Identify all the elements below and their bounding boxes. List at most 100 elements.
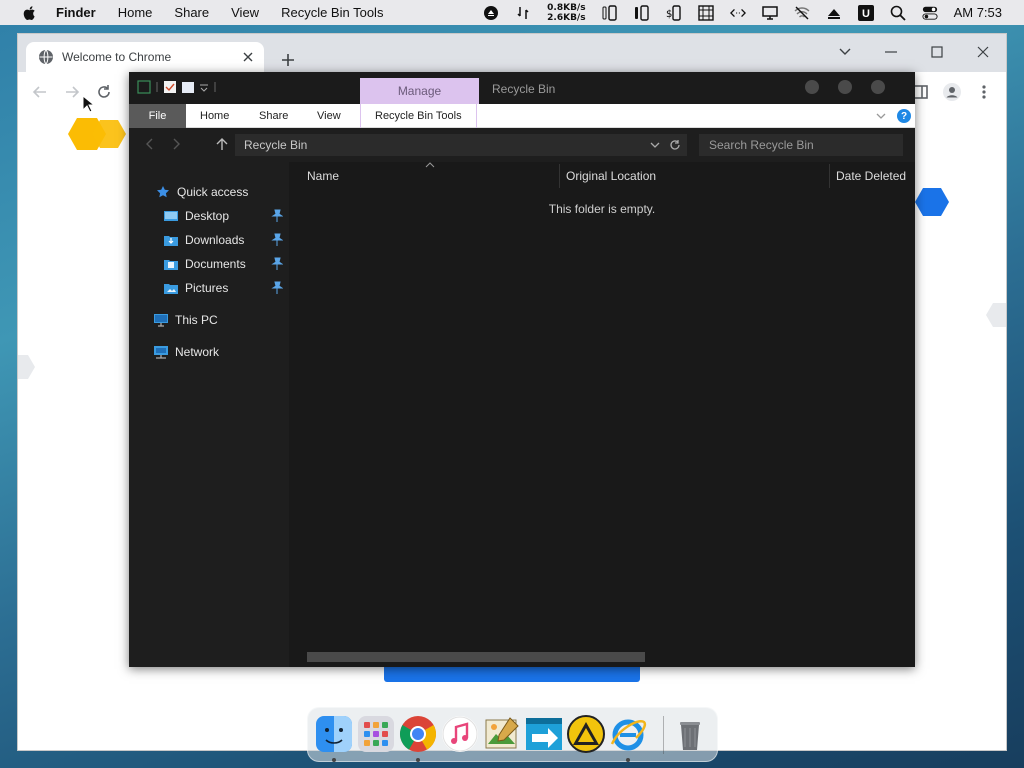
profile-avatar-icon[interactable] — [942, 82, 962, 102]
forward-icon[interactable] — [169, 137, 183, 151]
dock — [307, 707, 718, 762]
column-header-original-location[interactable]: Original Location — [559, 164, 829, 188]
ribbon-tab-recycle-bin-tools[interactable]: Recycle Bin Tools — [360, 104, 477, 128]
column-header-date-deleted[interactable]: Date Deleted — [829, 164, 915, 188]
ribbon-tab-home[interactable]: Home — [200, 104, 229, 128]
customize-dropdown-icon[interactable] — [199, 80, 209, 94]
menu-home[interactable]: Home — [118, 5, 153, 20]
close-icon[interactable] — [240, 49, 256, 65]
window-title: Recycle Bin — [492, 82, 556, 96]
computer-icon — [153, 312, 169, 328]
blue-hexagon-decor — [915, 188, 949, 216]
svg-text:$: $ — [666, 9, 672, 20]
ribbon-tabs: File Home Share View Recycle Bin Tools ? — [129, 104, 915, 128]
running-indicator — [626, 758, 630, 762]
wifi-off-icon[interactable] — [794, 5, 810, 21]
explorer-minimize-button[interactable] — [805, 80, 819, 94]
chrome-tab[interactable]: Welcome to Chrome — [26, 42, 264, 72]
horizontal-scrollbar[interactable] — [307, 652, 645, 662]
sidebar-label-desktop: Desktop — [185, 209, 230, 223]
expand-ribbon-icon[interactable] — [875, 110, 887, 122]
battery-phone-icon[interactable] — [602, 4, 618, 21]
gray-hexagon-left-decor — [18, 355, 35, 379]
sidebar-item-quick-access[interactable]: Quick access — [155, 182, 248, 202]
column-header-name[interactable]: Name — [289, 164, 559, 188]
address-bar[interactable]: Recycle Bin — [235, 134, 687, 156]
svg-text:U: U — [862, 8, 870, 20]
grid-icon[interactable] — [697, 4, 714, 21]
tab-search-icon[interactable] — [833, 40, 857, 64]
eject-icon[interactable] — [483, 5, 499, 21]
manage-context-tab[interactable]: Manage — [360, 78, 479, 104]
sidebar-item-pictures[interactable]: Pictures — [163, 278, 283, 298]
upload-triangle-icon[interactable] — [826, 5, 842, 21]
menu-app-name[interactable]: Finder — [56, 5, 96, 20]
more-menu-icon[interactable] — [974, 82, 994, 102]
internet-explorer-icon[interactable] — [608, 714, 648, 754]
sidebar-item-documents[interactable]: Documents — [163, 254, 283, 274]
menu-share[interactable]: Share — [174, 5, 209, 20]
recycle-bin-window: Manage Recycle Bin File Home Share View … — [129, 72, 915, 667]
chrome-icon[interactable] — [398, 714, 438, 754]
apple-icon[interactable] — [22, 5, 38, 21]
migration-arrow-icon[interactable] — [524, 714, 564, 754]
status-area: 0.8KB/s 2.6KB/s $ U AM 7:53 — [475, 0, 1024, 25]
network-speed[interactable]: 0.8KB/s 2.6KB/s — [547, 3, 585, 23]
finder-icon[interactable] — [314, 714, 354, 754]
menu-view[interactable]: View — [231, 5, 259, 20]
minimize-icon[interactable] — [879, 40, 903, 64]
downloads-folder-icon — [163, 232, 179, 248]
empty-folder-message: This folder is empty. — [548, 202, 656, 216]
maximize-icon[interactable] — [925, 40, 949, 64]
u-icon[interactable]: U — [857, 4, 874, 21]
sidebar-item-desktop[interactable]: Desktop — [163, 206, 283, 226]
help-icon[interactable]: ? — [897, 109, 911, 123]
sidebar-item-this-pc[interactable]: This PC — [153, 310, 218, 330]
quick-access-toolbar — [137, 80, 217, 94]
menu-recycle-bin-tools[interactable]: Recycle Bin Tools — [281, 5, 383, 20]
image-editor-icon[interactable] — [482, 714, 522, 754]
back-icon[interactable] — [143, 137, 157, 151]
music-icon[interactable] — [440, 714, 480, 754]
triangle-warning-app-icon[interactable] — [566, 714, 606, 754]
pin-icon — [271, 209, 283, 222]
forward-arrow-icon[interactable] — [62, 82, 82, 102]
navigation-pane: Quick access Desktop Downloads Documents… — [129, 162, 289, 667]
reload-icon[interactable] — [94, 82, 114, 102]
sidebar-label-pictures: Pictures — [185, 281, 229, 295]
ribbon-tab-view[interactable]: View — [317, 104, 341, 128]
menu-clock[interactable]: AM 7:53 — [954, 5, 1002, 20]
search-icon[interactable] — [890, 5, 906, 21]
app-icon[interactable] — [137, 80, 151, 94]
sidebar-item-network[interactable]: Network — [153, 342, 219, 362]
window-close-icon[interactable] — [971, 40, 995, 64]
refresh-icon[interactable] — [667, 137, 683, 153]
phone-icon[interactable] — [634, 4, 650, 21]
sidebar-item-downloads[interactable]: Downloads — [163, 230, 283, 250]
back-arrow-icon[interactable] — [30, 82, 50, 102]
code-arrows-icon[interactable] — [729, 5, 746, 21]
address-text: Recycle Bin — [244, 138, 308, 152]
chrome-tabstrip: Welcome to Chrome — [18, 34, 1006, 72]
documents-folder-icon — [163, 256, 179, 272]
ribbon-tab-share[interactable]: Share — [259, 104, 288, 128]
explorer-maximize-button[interactable] — [838, 80, 852, 94]
pin-icon — [271, 233, 283, 246]
search-input[interactable]: Search Recycle Bin — [699, 134, 903, 156]
properties-icon[interactable] — [163, 80, 177, 94]
transfer-icon[interactable] — [515, 5, 531, 21]
toggle-icon[interactable] — [922, 5, 938, 21]
explorer-close-button[interactable] — [871, 80, 885, 94]
ribbon-tab-file[interactable]: File — [129, 104, 186, 128]
launchpad-icon[interactable] — [356, 714, 396, 754]
navigation-bar: Recycle Bin Search Recycle Bin — [129, 128, 915, 162]
dollar-phone-icon[interactable]: $ — [666, 4, 682, 21]
chevron-down-icon[interactable] — [647, 137, 663, 153]
separator-icon — [214, 82, 216, 92]
trash-icon[interactable] — [670, 714, 710, 754]
new-folder-icon[interactable] — [181, 80, 195, 94]
up-arrow-icon[interactable] — [215, 137, 229, 151]
new-tab-icon[interactable] — [278, 50, 298, 70]
display-icon[interactable] — [761, 5, 778, 21]
sidebar-label-network: Network — [175, 345, 220, 359]
